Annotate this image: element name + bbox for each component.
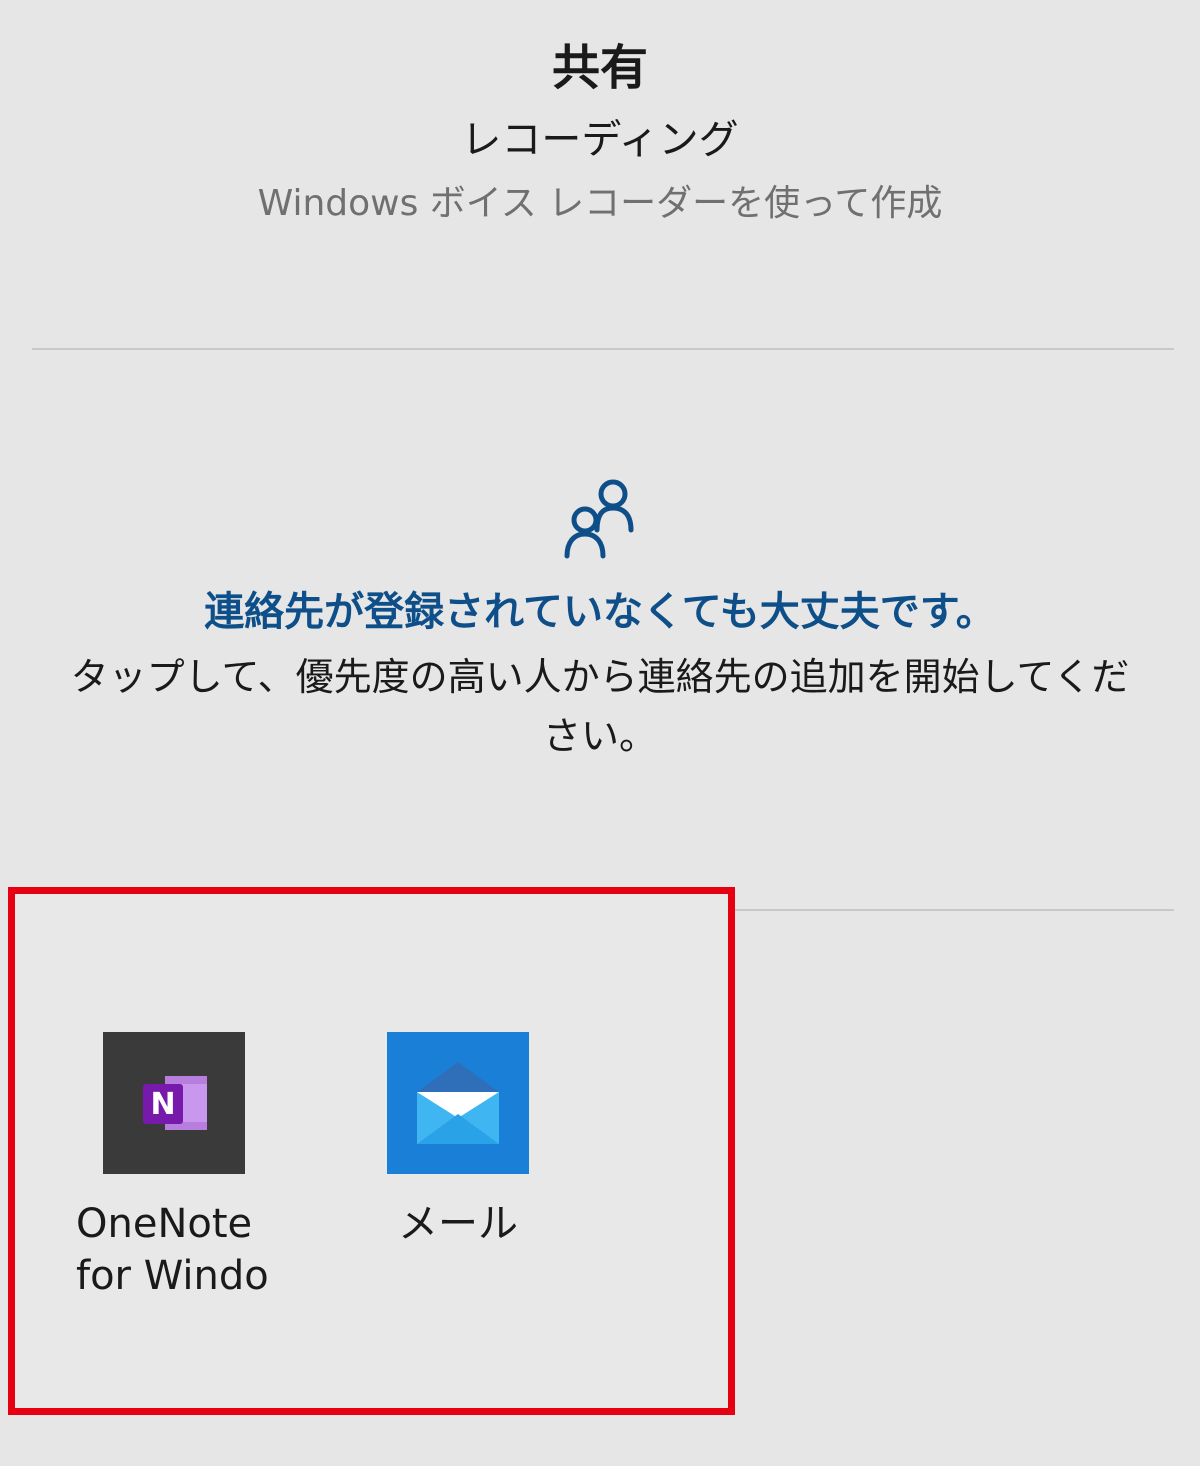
contacts-body-text: タップして、優先度の高い人から連絡先の追加を開始してください。	[70, 655, 1130, 758]
contacts-section[interactable]: 連絡先が登録されていなくても大丈夫です。 タップして、優先度の高い人から連絡先の…	[0, 470, 1200, 766]
shared-item-name: レコーディング	[461, 116, 739, 163]
contacts-headline[interactable]: 連絡先が登録されていなくても大丈夫です。	[0, 586, 1200, 638]
onenote-label-line1: OneNote	[76, 1201, 253, 1247]
svg-text:N: N	[150, 1087, 175, 1122]
onenote-icon: N	[143, 1076, 207, 1130]
onenote-label: OneNote for Windo	[76, 1198, 272, 1302]
onenote-tile[interactable]: N	[103, 1032, 245, 1174]
divider-top	[32, 348, 1174, 350]
share-header: 共有 レコーディング Windows ボイス レコーダーを使って作成	[0, 40, 1200, 225]
shared-item-description: Windows ボイス レコーダーを使って作成	[257, 182, 943, 224]
share-target-mail[interactable]: メール	[358, 1032, 558, 1250]
onenote-label-line2: for Windo	[76, 1253, 269, 1299]
mail-tile[interactable]	[387, 1032, 529, 1174]
people-icon	[555, 470, 645, 562]
mail-label: メール	[398, 1201, 518, 1247]
share-target-onenote[interactable]: N OneNote for Windo	[74, 1032, 274, 1302]
mail-icon	[417, 1062, 499, 1144]
share-title: 共有	[551, 40, 648, 96]
